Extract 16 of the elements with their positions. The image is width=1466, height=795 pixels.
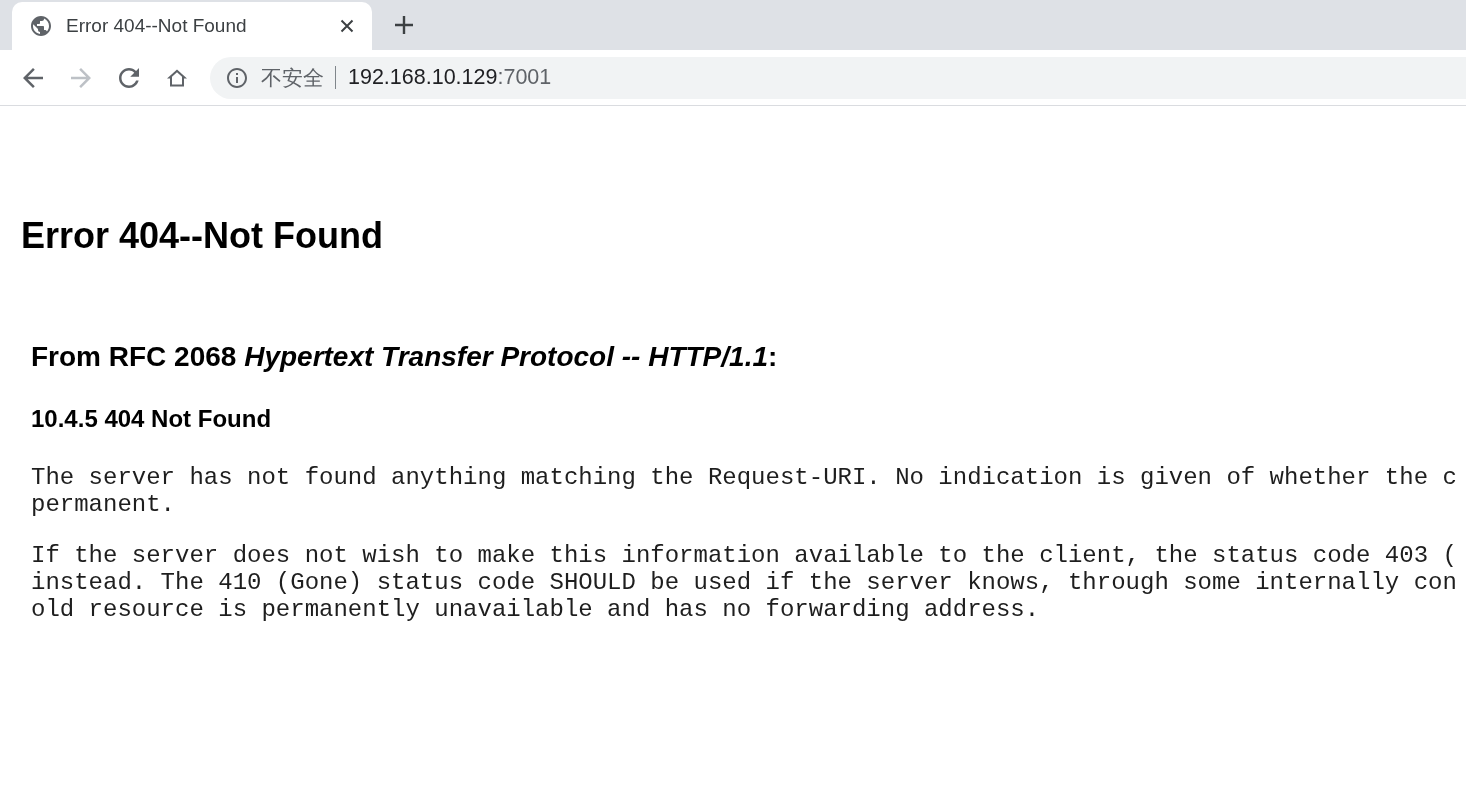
url-text[interactable]: 192.168.10.129:7001 [348,65,552,90]
home-icon[interactable] [167,67,187,88]
body-paragraph: The server has not found anything matching the Request-URI. No indication is given of whether the c permanent. [31,464,1457,518]
address-field[interactable]: 不安全 192.168.10.129:7001 [210,56,1466,99]
page-heading: Error 404--Not Found [21,215,383,257]
close-icon[interactable] [340,19,354,33]
body-paragraph: If the server does not wish to make this information available to the client, the status code 403 ( instead. The 410 (Gone) status code SHOULD be used if the server knows, through some internally con old resource is permanently unavailable and has no forwarding address. [31,542,1457,623]
section-heading: 10.4.5 404 Not Found [31,405,272,433]
globe-icon [31,16,51,36]
security-label[interactable]: 不安全 [261,63,324,92]
reload-icon[interactable] [119,67,139,88]
source-heading: From RFC 2068 Hypertext Transfer Protocol -- HTTP/1.1: [31,341,778,373]
browser-tab[interactable]: Error 404--Not Found [12,2,372,50]
back-arrow-icon[interactable] [23,67,43,88]
info-icon[interactable] [227,67,247,88]
new-tab-plus-icon[interactable] [395,16,413,34]
